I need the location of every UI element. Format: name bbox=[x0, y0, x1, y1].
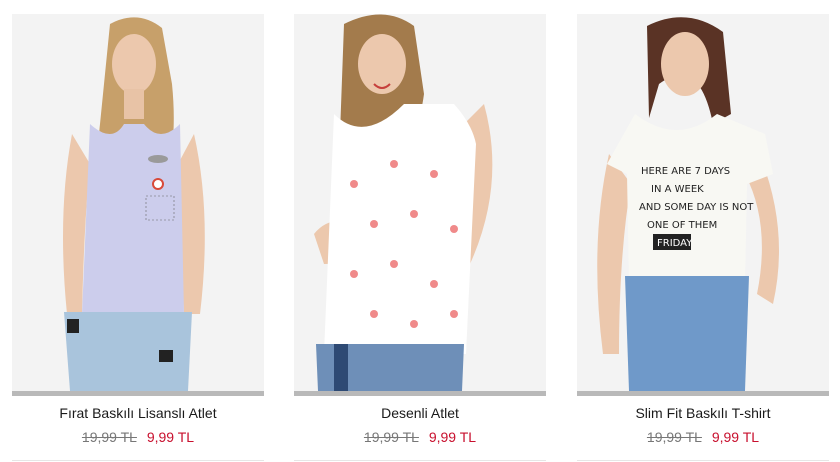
sale-price: 9,99 TL bbox=[146, 429, 195, 445]
price-row: 19,99 TL 9,99 TL bbox=[577, 428, 829, 446]
product-title[interactable]: Fırat Baskılı Lisanslı Atlet bbox=[12, 404, 264, 422]
product-title[interactable]: Desenli Atlet bbox=[294, 404, 546, 422]
svg-text:FRIDAY: FRIDAY bbox=[657, 238, 693, 249]
product-title[interactable]: Slim Fit Baskılı T-shirt bbox=[577, 404, 829, 422]
product-image[interactable] bbox=[294, 14, 546, 391]
image-strip bbox=[577, 391, 829, 396]
product-card[interactable]: Fırat Baskılı Lisanslı Atlet 19,99 TL 9,… bbox=[12, 14, 264, 462]
card-divider bbox=[294, 460, 546, 461]
product-card[interactable]: Desenli Atlet 19,99 TL 9,99 TL bbox=[294, 14, 546, 462]
product-card[interactable]: HERE ARE 7 DAYS IN A WEEK AND SOME DAY I… bbox=[577, 14, 829, 462]
price-row: 19,99 TL 9,99 TL bbox=[12, 428, 264, 446]
sale-price: 9,99 TL bbox=[711, 429, 760, 445]
card-divider bbox=[12, 460, 264, 461]
svg-text:AND SOME DAY IS NOT: AND SOME DAY IS NOT bbox=[639, 202, 754, 213]
svg-text:ONE OF THEM: ONE OF THEM bbox=[647, 220, 717, 231]
price-row: 19,99 TL 9,99 TL bbox=[294, 428, 546, 446]
product-image[interactable] bbox=[12, 14, 264, 391]
model-figure-1 bbox=[12, 14, 264, 391]
old-price: 19,99 TL bbox=[646, 429, 702, 445]
old-price: 19,99 TL bbox=[363, 429, 419, 445]
model-figure-3: HERE ARE 7 DAYS IN A WEEK AND SOME DAY I… bbox=[577, 14, 829, 391]
product-grid: Fırat Baskılı Lisanslı Atlet 19,99 TL 9,… bbox=[0, 0, 840, 462]
svg-text:HERE ARE 7 DAYS: HERE ARE 7 DAYS bbox=[641, 166, 730, 177]
card-divider bbox=[577, 460, 829, 461]
old-price: 19,99 TL bbox=[81, 429, 137, 445]
image-strip bbox=[294, 391, 546, 396]
model-figure-2 bbox=[294, 14, 546, 391]
svg-text:IN A WEEK: IN A WEEK bbox=[651, 184, 704, 195]
product-image[interactable]: HERE ARE 7 DAYS IN A WEEK AND SOME DAY I… bbox=[577, 14, 829, 391]
sale-price: 9,99 TL bbox=[428, 429, 477, 445]
image-strip bbox=[12, 391, 264, 396]
